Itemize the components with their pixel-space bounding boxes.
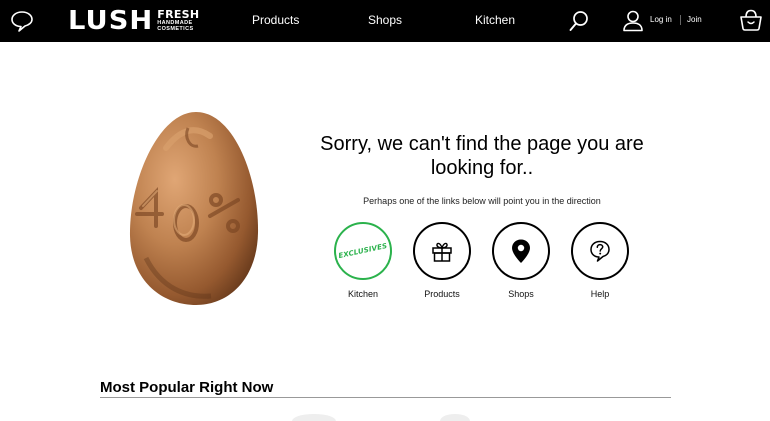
quick-link-shops[interactable]: Shops	[486, 222, 556, 299]
nav-products[interactable]: Products	[252, 13, 299, 27]
section-divider	[100, 397, 671, 398]
logo-wordmark: LUSH	[68, 6, 154, 36]
product-thumbnail-peek	[292, 414, 336, 421]
quick-link-help[interactable]: Help	[565, 222, 635, 299]
quick-link-products[interactable]: Products	[407, 222, 477, 299]
user-icon[interactable]	[623, 10, 643, 32]
bath-bomb-egg-image	[126, 108, 261, 308]
exclusives-badge-icon: EXCLUSIVES	[334, 222, 392, 280]
quick-link-label: Kitchen	[347, 289, 379, 299]
gift-icon	[413, 222, 471, 280]
quick-link-label: Products	[424, 289, 460, 299]
header-divider	[680, 15, 681, 25]
error-hint: Perhaps one of the links below will poin…	[363, 196, 601, 206]
basket-icon[interactable]	[739, 9, 763, 31]
section-title-most-popular: Most Popular Right Now	[100, 379, 274, 396]
quick-link-label: Shops	[508, 289, 534, 299]
join-link[interactable]: Join	[687, 15, 702, 24]
error-title: Sorry, we can't find the page you are lo…	[320, 133, 644, 179]
quick-link-kitchen[interactable]: EXCLUSIVES Kitchen	[328, 222, 398, 299]
logo-tagline: FRESH HANDMADE COSMETICS	[157, 8, 200, 32]
login-link[interactable]: Log in	[650, 15, 672, 24]
map-pin-icon	[492, 222, 550, 280]
question-speech-icon	[571, 222, 629, 280]
search-icon[interactable]	[569, 10, 589, 32]
lush-logo[interactable]: LUSH FRESH HANDMADE COSMETICS	[68, 7, 199, 35]
quick-link-label: Help	[590, 289, 610, 299]
site-header: LUSH FRESH HANDMADE COSMETICS Products S…	[0, 0, 770, 42]
nav-shops[interactable]: Shops	[368, 13, 402, 27]
product-thumbnail-peek	[440, 414, 470, 421]
nav-kitchen[interactable]: Kitchen	[475, 13, 515, 27]
chat-icon[interactable]	[10, 9, 34, 33]
